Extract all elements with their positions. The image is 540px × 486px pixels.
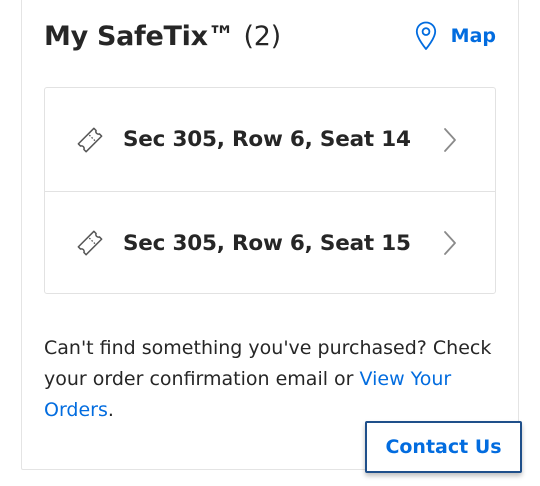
safetix-header: My SafeTix™ (2) Map <box>44 18 496 54</box>
ticket-icon <box>77 230 103 256</box>
ticket-icon <box>77 127 103 152</box>
ticket-item-seat-15[interactable]: Sec 305, Row 6, Seat 15 <box>45 191 495 294</box>
ticket-list: Sec 305, Row 6, Seat 14 Sec 305, Row 6, … <box>44 87 496 294</box>
chevron-right-icon <box>444 231 456 255</box>
map-link[interactable]: Map <box>415 21 496 51</box>
map-label: Map <box>450 25 496 47</box>
ticket-count: (2) <box>243 20 282 52</box>
chevron-right-icon <box>444 127 456 152</box>
contact-us-button[interactable]: Contact Us <box>365 421 522 473</box>
help-end-punctuation: . <box>107 399 114 421</box>
page-title: My SafeTix™ (2) <box>44 21 281 52</box>
map-pin-icon <box>415 21 436 50</box>
ticket-seat-label: Sec 305, Row 6, Seat 14 <box>123 127 411 152</box>
help-text: Can't find something you've purchased? C… <box>44 333 504 426</box>
ticket-item-seat-14[interactable]: Sec 305, Row 6, Seat 14 <box>45 88 495 191</box>
ticket-seat-label: Sec 305, Row 6, Seat 15 <box>123 230 411 256</box>
title-text: My SafeTix™ <box>44 20 235 52</box>
